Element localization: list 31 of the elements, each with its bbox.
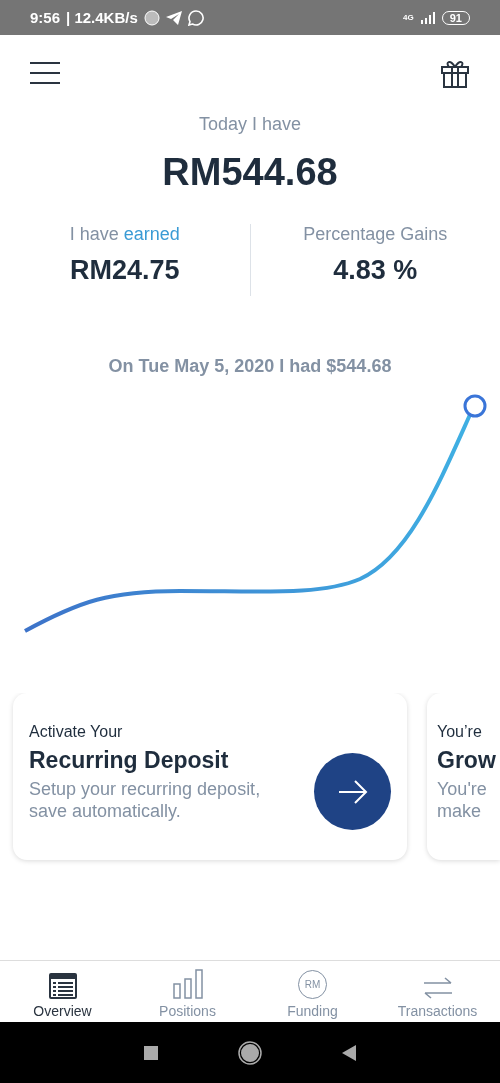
status-time: 9:56 [30,9,61,26]
card-overline: You’re [437,723,483,741]
paper-plane-icon [165,10,182,25]
promo-card[interactable]: You’re Grow You're make [427,693,500,860]
card-description: You're make [437,778,488,822]
stat-value: 4.83 % [333,255,418,286]
chart-caption: On Tue May 5, 2020 I had $544.68 [107,356,393,377]
card-overline: Activate Your [29,723,124,741]
card-title: Grow [437,747,496,774]
home-icon[interactable] [238,1040,262,1065]
app-icon [143,9,160,26]
network-type: 4G [403,13,414,22]
list-icon [48,973,77,999]
arrow-right-icon [337,778,368,805]
network-speed: | 12.4KB/s [66,9,138,26]
stat-label: I have earned [69,224,180,245]
promo-card[interactable]: Activate Your Recurring Deposit Setup your recurring deposit, save automatically. [13,693,407,860]
back-icon[interactable] [342,1044,356,1061]
card-description: Setup your recurring deposit, save automatically. [29,778,262,822]
swap-icon [422,977,453,999]
recents-icon[interactable] [144,1045,158,1060]
balance-title: Today I have [198,114,302,135]
balance-amount: RM544.68 [162,151,338,194]
signal-icon [419,11,436,24]
stat-label: Percentage Gains [303,224,448,245]
chat-icon [187,9,204,26]
nav-tab[interactable]: Overview [0,961,125,1022]
card-title: Recurring Deposit [29,747,230,774]
menu-icon[interactable] [30,61,60,84]
bar-chart-icon [172,969,203,999]
stat-value: RM24.75 [69,255,180,286]
